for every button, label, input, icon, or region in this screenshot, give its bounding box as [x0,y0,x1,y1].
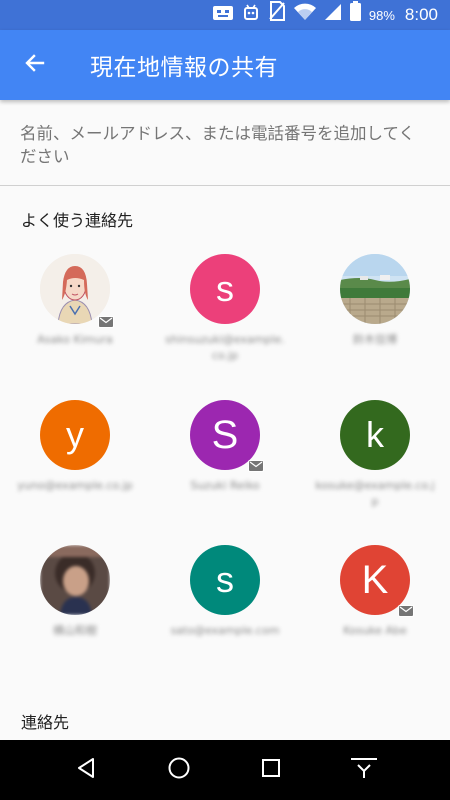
contact-item[interactable]: 横山和樹 [0,545,150,639]
contact-item[interactable]: 鈴木信博 [300,254,450,348]
avatar-initial: k [366,414,384,455]
avatar: s [190,545,260,615]
contact-item[interactable]: S Suzuki Reiko [150,400,300,494]
contact-item[interactable]: s sato@example.com [150,545,300,639]
arrow-back-icon [23,51,47,79]
nav-home-button[interactable] [149,740,209,800]
contact-name: yuno@example.co.jp [17,479,133,492]
status-bar: 98% 8:00 [0,0,450,30]
avatar-initial: y [66,414,84,455]
recipient-input-hint: 名前、メールアドレス、または電話番号を追加してください [20,124,416,166]
avatar-initial: s [216,268,234,309]
contact-name: 鈴木信博 [353,333,397,346]
contact-name: kosuke@example.co.jp [315,479,435,508]
email-badge-icon [398,605,414,617]
contact-name: shinsuzuki@example.co.jp [165,333,285,362]
nav-hide-keyboard-button[interactable] [334,740,394,800]
landscape-photo [340,254,410,324]
android-debug-icon [242,0,260,30]
avatar: k [340,400,410,470]
avatar-initial: K [361,557,389,602]
wifi-icon [293,0,316,30]
back-button[interactable] [0,30,70,100]
avatar: s [190,254,260,324]
avatar-initial: S [211,412,239,457]
person-photo [40,545,110,615]
contact-item[interactable]: k kosuke@example.co.jp [300,400,450,510]
back-triangle-icon [74,756,98,784]
contact-name: 横山和樹 [53,624,97,637]
page-title: 現在地情報の共有 [90,55,278,81]
avatar [340,254,410,324]
portrait-photo [40,254,110,324]
hide-keyboard-icon [349,756,379,784]
avatar: y [40,400,110,470]
no-sim-icon [268,0,286,30]
contact-item[interactable]: y yuno@example.co.jp [0,400,150,494]
home-circle-icon [167,756,191,784]
navigation-bar [0,740,450,800]
contact-name: sato@example.com [170,624,280,637]
recipient-input[interactable]: 名前、メールアドレス、または電話番号を追加してください [0,100,450,186]
avatar [40,545,110,615]
contacts-heading: 連絡先 [21,713,70,732]
frequent-contacts-heading: よく使う連絡先 [21,211,134,230]
signal-icon [324,0,342,30]
clock: 8:00 [404,5,438,24]
avatar-initial: s [216,559,234,600]
contact-item[interactable]: Asako Kimura [0,254,150,348]
nav-recents-button[interactable] [241,740,301,800]
contact-item[interactable]: s shinsuzuki@example.co.jp [150,254,300,364]
avatar [40,254,110,324]
contact-name: Kosuke Abe [343,624,407,637]
contact-name: Asako Kimura [37,333,113,346]
recents-square-icon [260,757,282,783]
battery-percent: 98% [368,7,395,23]
contact-name: Suzuki Reiko [190,479,260,492]
email-badge-icon [98,316,114,328]
nav-back-button[interactable] [56,740,116,800]
contact-item[interactable]: K Kosuke Abe [300,545,450,639]
app-bar: 現在地情報の共有 [0,30,450,100]
sim-card-icon [212,0,234,30]
email-badge-icon [248,460,264,472]
battery-icon [349,0,361,30]
